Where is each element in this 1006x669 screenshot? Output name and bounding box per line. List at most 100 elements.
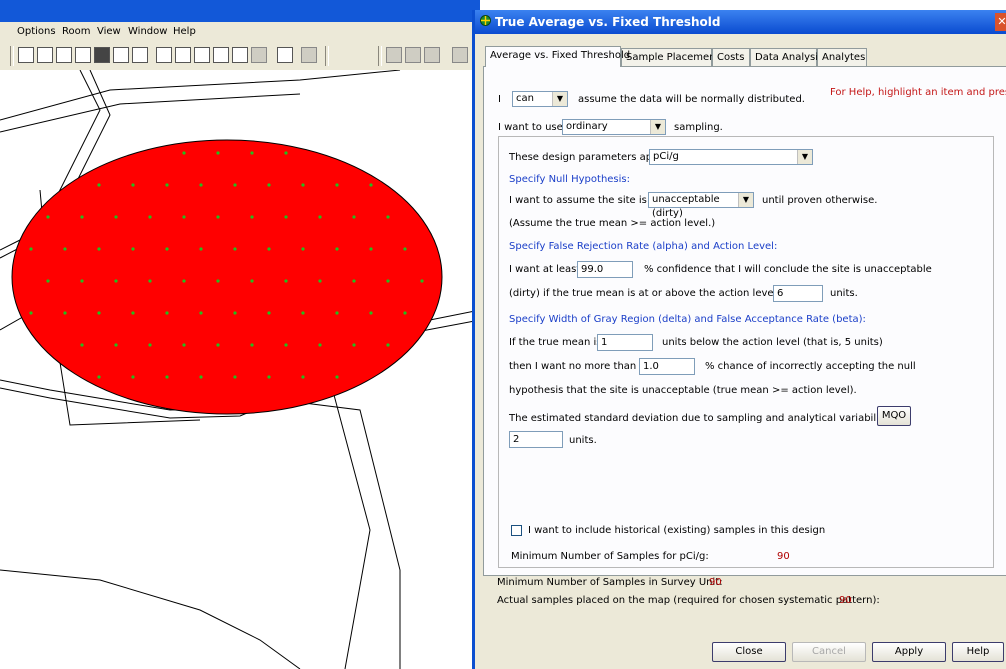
sample-point — [369, 311, 373, 315]
sample-point — [165, 247, 169, 251]
sample-point — [318, 343, 322, 347]
beta-prefix: then I want no more than a — [509, 361, 646, 372]
survey-unit-area[interactable] — [11, 139, 443, 415]
menu-options[interactable]: Options — [17, 26, 56, 37]
sample-point — [403, 311, 407, 315]
tab-costs[interactable]: Costs — [712, 48, 750, 66]
sample-point — [216, 279, 220, 283]
close-icon[interactable]: ✕ — [995, 13, 1006, 31]
report-icon[interactable] — [277, 47, 293, 63]
sample-point — [233, 183, 237, 187]
help-cursor-icon[interactable] — [301, 47, 317, 63]
sample-point — [46, 279, 50, 283]
sample-point — [80, 279, 84, 283]
sample-point — [148, 343, 152, 347]
sample-point — [216, 343, 220, 347]
pin-outline-icon[interactable] — [175, 47, 191, 63]
sample-point — [267, 183, 271, 187]
transform-icon[interactable] — [213, 47, 229, 63]
sample-point — [233, 311, 237, 315]
sample-point — [97, 247, 101, 251]
sample-point — [267, 311, 271, 315]
design-parameters-group: These design parameters apply to pCi/g ▼… — [498, 136, 994, 568]
sample-point — [318, 215, 322, 219]
table-icon[interactable] — [75, 47, 91, 63]
help-button[interactable]: Help — [952, 642, 1004, 662]
sampling-select-value: ordinary — [566, 121, 608, 132]
sample-point — [233, 247, 237, 251]
hand-pan-icon[interactable] — [232, 47, 248, 63]
sample-point — [63, 311, 67, 315]
nav-first-icon[interactable] — [386, 47, 402, 63]
units-select[interactable]: pCi/g ▼ — [649, 149, 813, 165]
dialog-window: True Average vs. Fixed Threshold ✕ Avera… — [472, 10, 1006, 669]
line1-prefix: I — [498, 94, 501, 105]
site-status-select-value: unacceptable (dirty) — [652, 194, 720, 219]
layout-icon[interactable] — [113, 47, 129, 63]
menu-view[interactable]: View — [97, 26, 121, 37]
sample-point — [216, 215, 220, 219]
help-hint: For Help, highlight an item and press F1 — [830, 87, 1006, 98]
dialog-titlebar[interactable]: True Average vs. Fixed Threshold ✕ — [475, 10, 1006, 34]
beta-input[interactable]: 1.0 — [639, 358, 695, 375]
data-icon[interactable] — [132, 47, 148, 63]
cost-icon[interactable] — [56, 47, 72, 63]
menu-help[interactable]: Help — [173, 26, 196, 37]
sample-point — [199, 183, 203, 187]
tab-average-vs-fixed[interactable]: Average vs. Fixed Threshold — [485, 46, 630, 67]
toolbar-separator — [325, 46, 329, 66]
action-level-input[interactable]: 6 — [773, 285, 823, 302]
beta-suffix: % chance of incorrectly accepting the nu… — [705, 361, 916, 372]
sample-point — [165, 311, 169, 315]
sampling-select[interactable]: ordinary ▼ — [562, 119, 666, 135]
sample-point — [335, 183, 339, 187]
line1-suffix: assume the data will be normally distrib… — [578, 94, 805, 105]
sd-input[interactable]: 2 — [509, 431, 563, 448]
graph-icon[interactable] — [37, 47, 53, 63]
line2-prefix: I want to use — [498, 122, 563, 133]
site-status-select[interactable]: unacceptable (dirty) ▼ — [648, 192, 754, 219]
sample-point — [165, 375, 169, 379]
sample-point — [80, 215, 84, 219]
action-prefix: (dirty) if the true mean is at or above … — [509, 288, 790, 299]
sample-icon[interactable] — [194, 47, 210, 63]
grid-icon[interactable] — [94, 47, 110, 63]
tab-data-analysis[interactable]: Data Analysis — [750, 48, 823, 66]
close-button[interactable]: Close — [712, 642, 786, 662]
cancel-button[interactable]: Cancel — [792, 642, 866, 662]
move-icon[interactable] — [251, 47, 267, 63]
sample-point — [131, 247, 135, 251]
sample-point — [284, 151, 288, 155]
nav-last-icon[interactable] — [424, 47, 440, 63]
historical-checkbox[interactable] — [511, 525, 522, 536]
distribution-select[interactable]: can ▼ — [512, 91, 568, 107]
sample-point — [80, 343, 84, 347]
chart-icon[interactable] — [18, 47, 34, 63]
null-hypothesis-heading: Specify Null Hypothesis: — [509, 174, 631, 185]
sample-point — [369, 247, 373, 251]
delta-input[interactable]: 1 — [597, 334, 653, 351]
mqo-button[interactable]: MQO — [877, 406, 911, 426]
menu-room[interactable]: Room — [62, 26, 90, 37]
delta-suffix: units below the action level (that is, 5… — [662, 337, 883, 348]
app-titlebar — [0, 0, 480, 22]
app-icon — [480, 15, 491, 26]
line2-suffix: sampling. — [674, 122, 723, 133]
nav-stop-icon[interactable] — [405, 47, 421, 63]
sample-point — [335, 247, 339, 251]
menu-window[interactable]: Window — [128, 26, 167, 37]
map-boundary-line — [0, 569, 301, 669]
map-canvas[interactable] — [0, 70, 480, 669]
actual-samples-label: Actual samples placed on the map (requir… — [497, 595, 880, 606]
confidence-input[interactable]: 99.0 — [577, 261, 633, 278]
historical-label: I want to include historical (existing) … — [528, 525, 826, 536]
apply-button[interactable]: Apply — [872, 642, 946, 662]
sample-point — [301, 375, 305, 379]
sample-point — [369, 183, 373, 187]
pin-icon[interactable] — [156, 47, 172, 63]
tab-sample-placement[interactable]: Sample Placement — [621, 48, 719, 66]
back-arrow-icon[interactable] — [452, 47, 468, 63]
sd-units: units. — [569, 435, 597, 446]
sample-point — [386, 279, 390, 283]
tab-analytes[interactable]: Analytes — [817, 48, 867, 66]
